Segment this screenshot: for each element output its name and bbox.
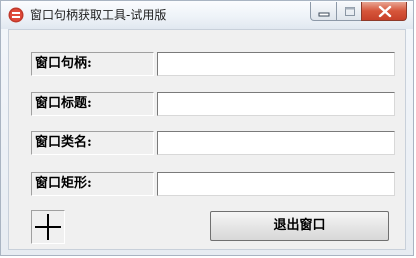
app-window: 窗口句柄获取工具-试用版 窗口句柄: 窗口标题: 窗口类名: 窗口矩形: 退出窗… [0,0,414,256]
exit-button[interactable]: 退出窗口 [210,211,389,241]
handle-field[interactable] [157,52,395,76]
class-name-label: 窗口类名: [31,131,154,155]
handle-label: 窗口句柄: [31,52,154,76]
app-icon[interactable] [8,7,24,23]
close-icon [378,5,392,18]
title-field[interactable] [157,92,395,116]
window-title: 窗口句柄获取工具-试用版 [30,8,167,22]
minimize-button[interactable] [310,2,337,21]
rect-field[interactable] [157,172,395,196]
rect-label: 窗口矩形: [31,172,154,196]
maximize-button[interactable] [336,2,362,21]
class-name-field[interactable] [157,131,395,155]
client-area: 窗口句柄: 窗口标题: 窗口类名: 窗口矩形: 退出窗口 [8,29,406,250]
title-label: 窗口标题: [31,92,154,116]
title-bar[interactable]: 窗口句柄获取工具-试用版 [1,1,413,29]
maximize-icon [345,7,355,16]
crosshair-icon [35,214,61,240]
close-button[interactable] [361,2,407,21]
minimize-icon [318,12,330,17]
window-picker-button[interactable] [31,210,65,244]
